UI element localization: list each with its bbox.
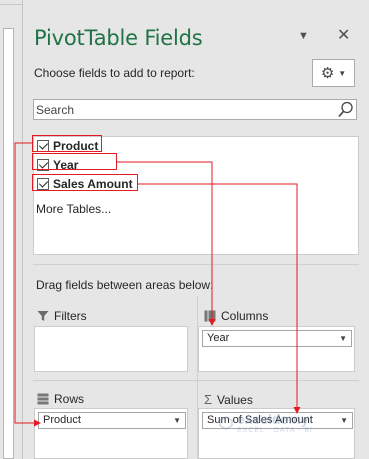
close-icon[interactable]: ✕ xyxy=(337,25,350,45)
pivottable-fields-pane: PivotTable Fields ▼ ✕ Choose fields to a… xyxy=(22,0,369,459)
search-placeholder: Search xyxy=(36,103,75,117)
more-tables-link[interactable]: More Tables... xyxy=(36,202,111,216)
rows-field-pill[interactable]: Product ▼ xyxy=(38,412,186,429)
vertical-scrollbar[interactable] xyxy=(3,28,14,459)
pill-label: Product xyxy=(43,414,81,426)
tools-button[interactable]: ⚙ ▼ xyxy=(312,59,355,87)
field-item-year[interactable]: Year xyxy=(35,156,82,173)
areas-horizontal-divider xyxy=(33,380,359,381)
rows-label: Rows xyxy=(54,392,85,406)
sigma-icon: Σ xyxy=(204,392,213,407)
columns-drop-zone[interactable]: Year ▼ xyxy=(198,326,355,372)
chevron-down-icon[interactable]: ▼ xyxy=(173,416,181,425)
gear-icon: ⚙ xyxy=(320,64,335,82)
values-area-header: Σ Values xyxy=(204,392,253,407)
field-list: Product Year Sales Amount More Tables... xyxy=(33,136,359,255)
filters-area-header: Filters xyxy=(37,309,87,323)
chevron-down-icon[interactable]: ▼ xyxy=(340,416,348,425)
watermark-logo: exceldemy EXCEL · DATA · BI xyxy=(219,411,313,434)
section-divider xyxy=(33,264,359,265)
pill-label: Year xyxy=(207,332,230,344)
pane-title: PivotTable Fields xyxy=(34,26,203,50)
columns-icon xyxy=(204,310,216,322)
columns-field-pill[interactable]: Year ▼ xyxy=(202,330,352,347)
filter-icon xyxy=(37,311,49,321)
filters-drop-zone[interactable] xyxy=(34,326,188,372)
field-item-sales-amount[interactable]: Sales Amount xyxy=(35,175,137,192)
drag-fields-label: Drag fields between areas below: xyxy=(36,278,214,292)
values-label: Values xyxy=(217,392,253,407)
field-checkbox-product[interactable] xyxy=(37,139,49,152)
field-checkbox-year[interactable] xyxy=(37,158,49,171)
field-item-product[interactable]: Product xyxy=(35,137,102,154)
watermark-icon xyxy=(219,415,233,430)
rows-drop-zone[interactable]: Product ▼ xyxy=(34,408,188,459)
field-label: Product xyxy=(53,138,99,153)
field-checkbox-sales-amount[interactable] xyxy=(37,177,49,190)
watermark-name: exceldemy xyxy=(237,411,309,427)
columns-label: Columns xyxy=(221,309,269,323)
sheet-edge-line xyxy=(0,4,22,5)
rows-area-header: Rows xyxy=(37,392,84,406)
watermark-tag: EXCEL · DATA · BI xyxy=(237,427,313,434)
rows-icon xyxy=(37,393,49,405)
chevron-down-icon[interactable]: ▼ xyxy=(339,334,347,343)
search-field[interactable]: Search xyxy=(33,99,357,120)
chevron-down-icon: ▼ xyxy=(338,68,347,78)
search-icon[interactable] xyxy=(337,100,355,119)
sheet-edge xyxy=(0,0,22,459)
filters-label: Filters xyxy=(54,309,87,323)
field-label: Year xyxy=(53,157,79,172)
choose-fields-label: Choose fields to add to report: xyxy=(34,66,195,80)
columns-area-header: Columns xyxy=(204,309,268,323)
pane-menu-icon[interactable]: ▼ xyxy=(298,30,309,42)
field-label: Sales Amount xyxy=(53,176,133,191)
